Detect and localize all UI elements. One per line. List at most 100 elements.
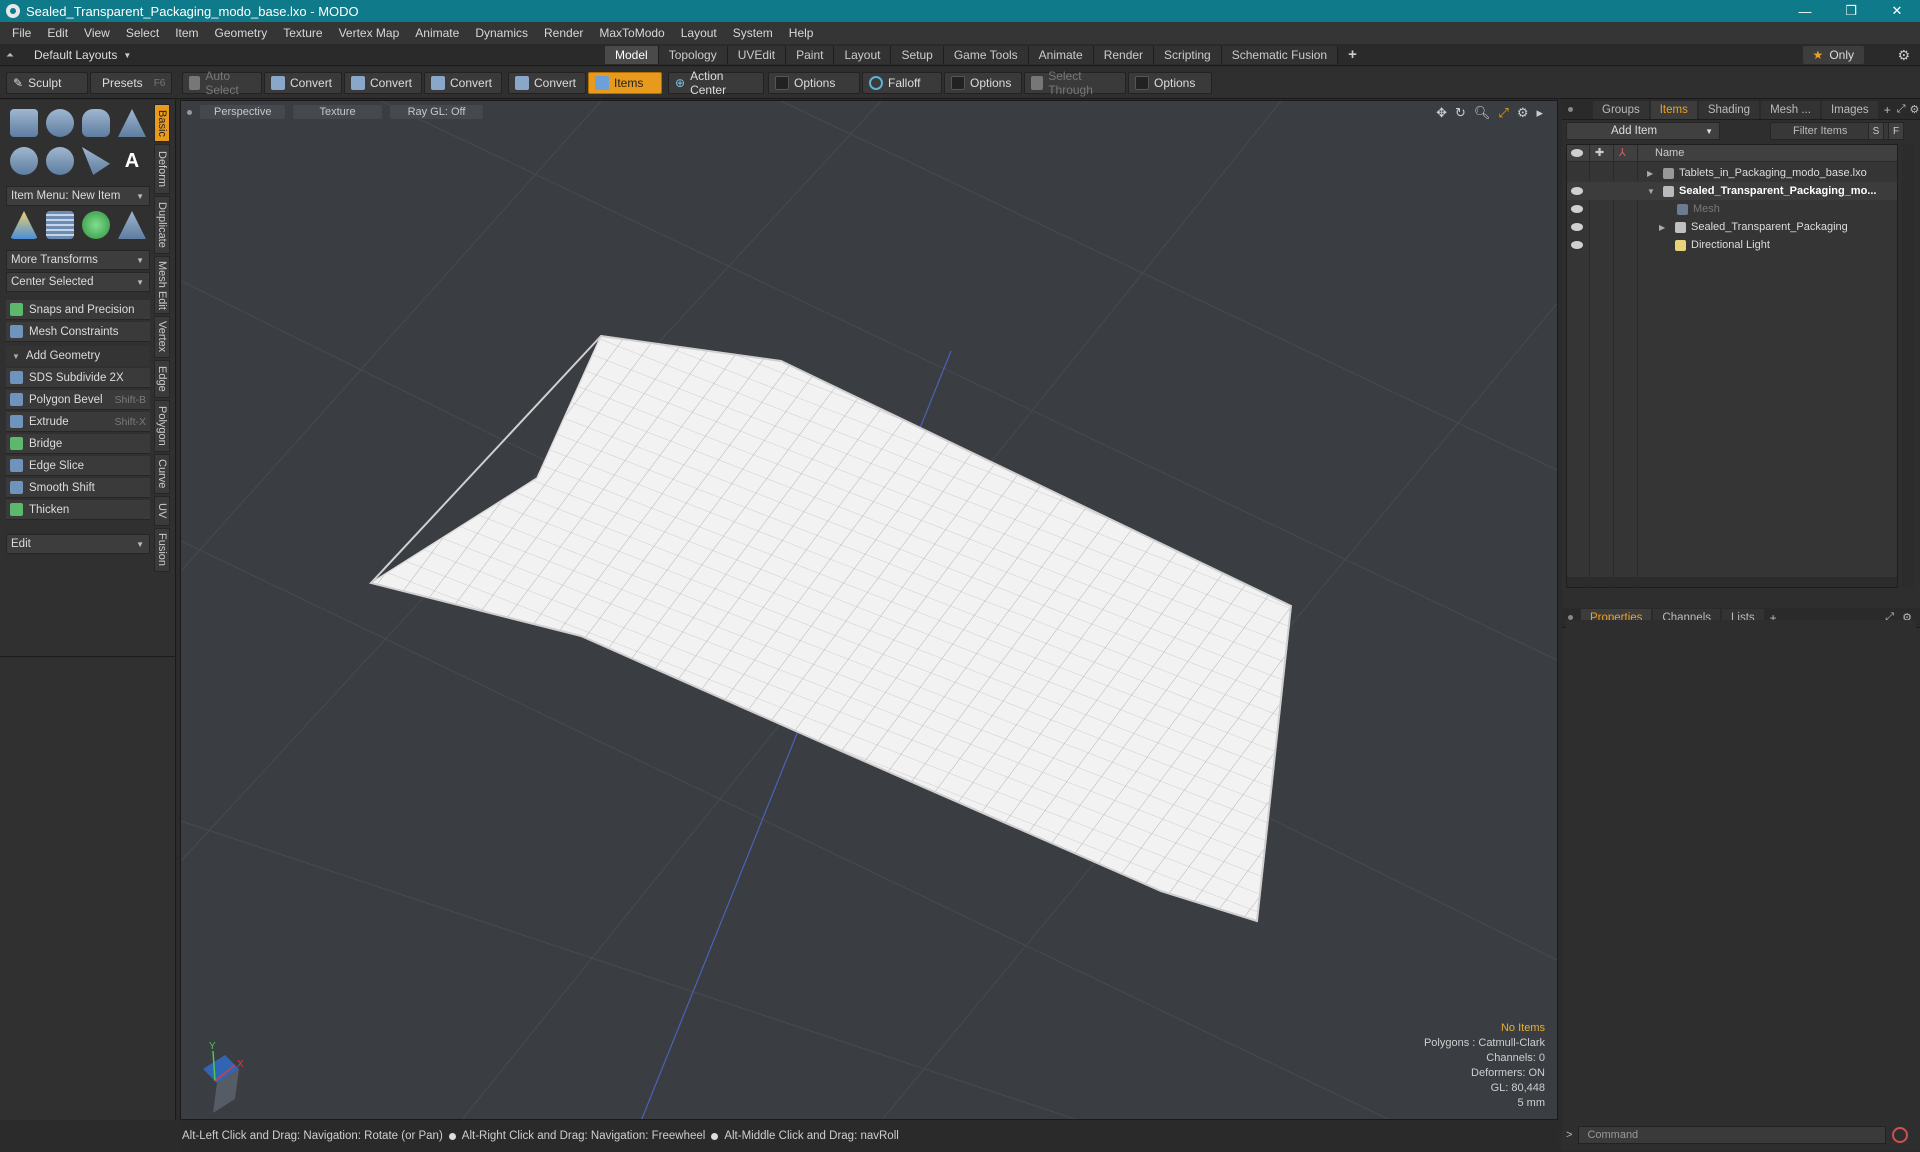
viewport-menu-arrow-icon[interactable]: ▸ <box>1536 105 1543 121</box>
tab-model[interactable]: Model <box>605 46 659 64</box>
menu-item[interactable]: Item <box>167 26 206 40</box>
command-history-button[interactable] <box>1892 1127 1909 1143</box>
menu-dynamics[interactable]: Dynamics <box>467 26 536 40</box>
sphere-primitive-icon[interactable] <box>46 109 74 137</box>
options-button-3[interactable]: Options <box>1128 72 1212 94</box>
thicken-button[interactable]: Thicken <box>6 500 150 520</box>
zoom-icon[interactable]: 🔍︎ <box>1474 105 1491 121</box>
layouts-dropdown[interactable]: ⏶ Default Layouts ▼ <box>6 44 131 66</box>
menu-select[interactable]: Select <box>118 26 167 40</box>
visibility-eye-icon[interactable] <box>1571 223 1583 231</box>
menu-layout[interactable]: Layout <box>673 26 725 40</box>
expand-panel-icon[interactable]: ⤢ <box>1897 103 1906 116</box>
tab-render[interactable]: Render <box>1093 46 1155 64</box>
menu-help[interactable]: Help <box>781 26 822 40</box>
list-item-directional-light[interactable]: Directional Light <box>1567 236 1897 254</box>
filter-f-button[interactable]: F <box>1888 122 1904 140</box>
menu-view[interactable]: View <box>76 26 118 40</box>
vtab-duplicate[interactable]: Duplicate <box>154 196 170 254</box>
collapse-arrow-icon[interactable]: ▼ <box>1647 187 1655 196</box>
add-tab-icon[interactable]: + <box>1884 103 1891 117</box>
sculpt-button[interactable]: ✎ Sculpt <box>6 72 88 94</box>
vtab-polygon[interactable]: Polygon <box>154 400 170 452</box>
vtab-fusion[interactable]: Fusion <box>154 528 170 572</box>
list-item-sealed-group[interactable]: ▶ Sealed_Transparent_Packaging <box>1567 218 1897 236</box>
menu-vertex-map[interactable]: Vertex Map <box>331 26 408 40</box>
visibility-eye-icon[interactable] <box>1571 187 1583 195</box>
tab-layout[interactable]: Layout <box>834 46 892 64</box>
maximize-viewport-icon[interactable]: ⤢ <box>1498 105 1508 121</box>
options-checkbox-1[interactable] <box>775 76 789 90</box>
presets-button[interactable]: Presets F6 <box>90 72 172 94</box>
expand-arrow-icon[interactable]: ▶ <box>1659 223 1665 232</box>
vtab-uv[interactable]: UV <box>154 496 170 526</box>
snaps-and-precision-button[interactable]: Snaps and Precision <box>6 300 150 320</box>
command-input[interactable]: Command <box>1578 1126 1887 1144</box>
vtab-edge[interactable]: Edge <box>154 360 170 398</box>
center-selected-dropdown[interactable]: Center Selected ▼ <box>6 272 150 292</box>
shading-mode-button[interactable]: Texture <box>293 105 382 119</box>
text-primitive-icon[interactable]: A <box>118 147 146 175</box>
only-button[interactable]: ★ Only <box>1802 46 1864 64</box>
capsule-primitive-icon[interactable] <box>46 147 74 175</box>
convert-button-4[interactable]: Convert <box>508 72 586 94</box>
viewport-settings-icon[interactable]: ⚙ <box>1517 105 1529 121</box>
add-tab-button[interactable]: + <box>1338 46 1367 64</box>
visibility-eye-icon[interactable] <box>1571 205 1583 213</box>
tab-topology[interactable]: Topology <box>658 46 728 64</box>
options-button-1[interactable]: Options <box>768 72 860 94</box>
auto-select-button[interactable]: Auto Select <box>182 69 262 97</box>
rotate-icon[interactable]: ↻ <box>1455 105 1466 121</box>
mesh-constraints-button[interactable]: Mesh Constraints <box>6 322 150 342</box>
globe-icon[interactable] <box>82 211 110 239</box>
menu-geometry[interactable]: Geometry <box>207 26 276 40</box>
vtab-vertex[interactable]: Vertex <box>154 316 170 358</box>
bridge-button[interactable]: Bridge <box>6 434 150 454</box>
name-column-header[interactable]: Name <box>1655 147 1684 159</box>
visibility-eye-icon[interactable] <box>1571 241 1583 249</box>
falloff-button[interactable]: Falloff <box>862 72 942 94</box>
tab-animate[interactable]: Animate <box>1028 46 1094 64</box>
vtab-deform[interactable]: Deform <box>154 144 170 194</box>
item-menu-dropdown[interactable]: Item Menu: New Item ▼ <box>6 186 150 206</box>
tab-schematic-fusion[interactable]: Schematic Fusion <box>1221 46 1339 64</box>
pen-tool-icon[interactable] <box>82 147 110 175</box>
torus-primitive-icon[interactable] <box>10 147 38 175</box>
menu-texture[interactable]: Texture <box>275 26 330 40</box>
convert-button-1[interactable]: Convert <box>264 72 342 94</box>
minimize-button[interactable]: — <box>1782 0 1828 22</box>
action-center-button[interactable]: ⊕ Action Center <box>668 69 764 97</box>
panel-settings-icon[interactable]: ⚙ <box>1910 103 1920 116</box>
smooth-shift-button[interactable]: Smooth Shift <box>6 478 150 498</box>
vtab-curve[interactable]: Curve <box>154 454 170 494</box>
sds-subdivide-button[interactable]: SDS Subdivide 2X <box>6 368 150 388</box>
pan-icon[interactable]: ✥ <box>1436 105 1447 121</box>
options-checkbox-3[interactable] <box>1135 76 1149 90</box>
options-checkbox-2[interactable] <box>951 76 965 90</box>
move-transform-icon[interactable] <box>10 211 38 239</box>
tab-shading[interactable]: Shading <box>1698 100 1760 119</box>
convert-button-2[interactable]: Convert <box>344 72 422 94</box>
gear-icon[interactable]: ⚙ <box>1897 47 1910 64</box>
grid-icon[interactable] <box>46 211 74 239</box>
visibility-column-eye-icon[interactable] <box>1571 149 1583 157</box>
filter-s-button[interactable]: S <box>1868 122 1884 140</box>
tab-groups[interactable]: Groups <box>1593 100 1649 119</box>
polygon-bevel-button[interactable]: Polygon Bevel Shift-B <box>6 390 150 410</box>
edit-dropdown[interactable]: Edit ▼ <box>6 534 150 554</box>
menu-maxtomodo[interactable]: MaxToModo <box>591 26 672 40</box>
options-button-2[interactable]: Options <box>944 72 1022 94</box>
list-item-tablets[interactable]: ▶ Tablets_in_Packaging_modo_base.lxo <box>1567 164 1897 182</box>
lock-column-icon[interactable]: ✚ <box>1595 146 1604 159</box>
add-item-dropdown[interactable]: Add Item ▼ <box>1566 122 1720 140</box>
cube-primitive-icon[interactable] <box>10 109 38 137</box>
convert-button-3[interactable]: Convert <box>424 72 502 94</box>
close-button[interactable]: ✕ <box>1874 0 1920 22</box>
raygl-toggle[interactable]: Ray GL: Off <box>389 105 484 119</box>
tab-items[interactable]: Items <box>1650 100 1697 119</box>
list-item-sealed-scene[interactable]: ▼ Sealed_Transparent_Packaging_mo... <box>1567 182 1897 200</box>
cone-primitive-icon[interactable] <box>118 109 146 137</box>
scale-pyramid-icon[interactable] <box>118 211 146 239</box>
view-type-button[interactable]: Perspective <box>200 105 286 119</box>
tab-scripting[interactable]: Scripting <box>1154 46 1222 64</box>
